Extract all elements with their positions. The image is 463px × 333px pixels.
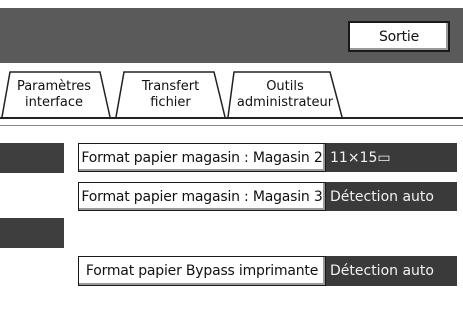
tab-label-line2: fichier xyxy=(150,94,191,110)
tab-label-line1: Outils xyxy=(266,78,304,94)
content-divider xyxy=(0,125,463,126)
tab-label-line1: Paramètres xyxy=(16,78,92,94)
tab-label: Transfert fichier xyxy=(114,70,227,117)
tab-label: Paramètres interface xyxy=(8,70,100,117)
tab-label-line1: Transfert xyxy=(141,78,200,94)
tab-baseline xyxy=(0,117,463,119)
left-item-stub-1[interactable] xyxy=(0,143,64,173)
left-item-stub-2[interactable] xyxy=(0,218,64,248)
tray3-paper-size-value: Détection auto xyxy=(326,182,457,211)
bypass-paper-size-button[interactable]: Format papier Bypass imprimante xyxy=(78,256,326,286)
tab-interface-settings[interactable]: Paramètres interface xyxy=(0,70,112,117)
tray3-paper-size-button[interactable]: Format papier magasin : Magasin 3 xyxy=(78,182,326,211)
tab-label-line2: interface xyxy=(25,94,83,110)
tab-admin-tools[interactable]: Outils administrateur xyxy=(226,70,344,117)
tray2-paper-size-button[interactable]: Format papier magasin : Magasin 2 xyxy=(78,143,326,172)
bypass-paper-size-value: Détection auto xyxy=(326,256,457,286)
tab-file-transfer[interactable]: Transfert fichier xyxy=(114,70,227,117)
tray2-paper-size-value: 11×15▭ xyxy=(326,143,457,172)
tab-label-line2: administrateur xyxy=(236,94,334,110)
exit-button[interactable]: Sortie xyxy=(348,21,450,52)
tab-label: Outils administrateur xyxy=(226,70,344,117)
